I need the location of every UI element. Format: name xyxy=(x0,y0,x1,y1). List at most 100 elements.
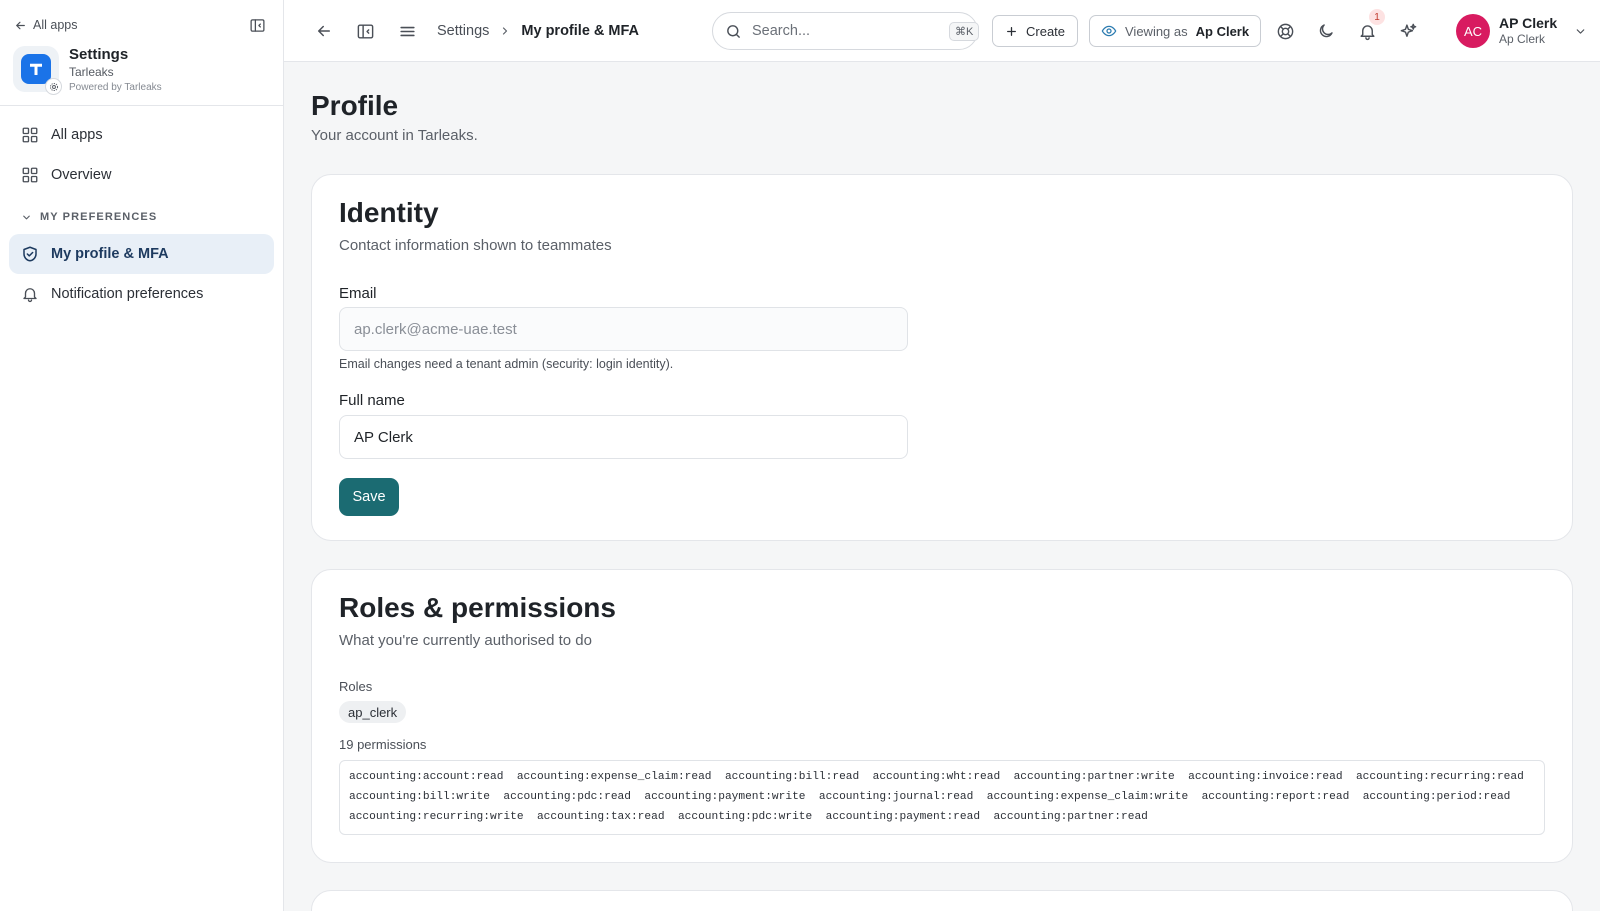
search-icon xyxy=(725,23,742,40)
app-org: Tarleaks xyxy=(69,65,114,79)
permission-item: accounting:invoice:read xyxy=(1188,771,1343,783)
collapse-sidebar-button[interactable] xyxy=(246,14,268,36)
identity-title: Identity xyxy=(339,197,439,228)
sidebar-item-notification-preferences[interactable]: Notification preferences xyxy=(9,274,274,314)
arrow-left-icon xyxy=(14,19,27,32)
menu-button[interactable] xyxy=(395,19,419,43)
full-name-label: Full name xyxy=(339,392,405,409)
permission-item: accounting:pdc:write xyxy=(677,811,813,823)
eye-icon xyxy=(1101,23,1117,39)
help-button[interactable] xyxy=(1273,19,1297,43)
moon-icon xyxy=(1317,22,1335,40)
permission-item: accounting:report:read xyxy=(1201,791,1350,803)
roles-subtitle: What you're currently authorised to do xyxy=(339,632,592,649)
notifications-button[interactable]: 1 xyxy=(1355,9,1385,43)
permission-item: accounting:tax:read xyxy=(536,811,665,823)
search-input[interactable] xyxy=(752,23,939,39)
permission-item: accounting:bill:write xyxy=(349,791,490,803)
dark-mode-toggle[interactable] xyxy=(1314,19,1338,43)
settings-gear-icon xyxy=(45,78,62,95)
grid-icon xyxy=(21,166,39,184)
create-button[interactable]: Create xyxy=(992,15,1079,47)
chevron-right-icon xyxy=(499,25,511,37)
sidebar-item-overview[interactable]: Overview xyxy=(9,155,274,195)
permission-item: accounting:recurring:write xyxy=(349,811,524,823)
search-box[interactable]: ⌘K xyxy=(712,12,980,50)
search-shortcut-hint: ⌘K xyxy=(949,21,980,41)
chevron-down-icon xyxy=(1574,25,1587,38)
sidebar: All apps Settings Tarleaks Powered by Ta… xyxy=(0,0,284,911)
permission-item: accounting:payment:write xyxy=(644,791,806,803)
page-subtitle: Your account in Tarleaks. xyxy=(311,127,478,144)
roles-label: Roles xyxy=(339,679,373,694)
sidebar-item-label: All apps xyxy=(51,127,103,143)
arrow-left-icon xyxy=(315,22,333,40)
page-title: Profile xyxy=(311,90,399,121)
permission-item: accounting:payment:read xyxy=(825,811,981,823)
avatar: AC xyxy=(1456,14,1490,48)
chevron-down-icon xyxy=(21,212,32,223)
notification-count-badge: 1 xyxy=(1369,9,1385,25)
full-name-field[interactable] xyxy=(339,415,908,459)
sidebar-item-label: My profile & MFA xyxy=(51,246,169,262)
permission-item: accounting:expense_claim:read xyxy=(516,771,712,783)
lifebuoy-icon xyxy=(1276,22,1295,41)
next-card xyxy=(311,890,1573,911)
back-to-all-apps-link[interactable]: All apps xyxy=(14,16,77,34)
permission-item: accounting:partner:write xyxy=(1013,771,1175,783)
app-name: Settings xyxy=(69,46,129,63)
sidebar-divider xyxy=(0,105,284,106)
permission-item: accounting:period:read xyxy=(1362,791,1511,803)
ai-assistant-button[interactable] xyxy=(1396,19,1420,43)
email-hint: Email changes need a tenant admin (secur… xyxy=(339,357,674,371)
user-role: Ap Clerk xyxy=(1499,32,1546,46)
identity-card: Identity Contact information shown to te… xyxy=(311,174,1573,541)
section-label: MY PREFERENCES xyxy=(40,211,158,223)
app-logo xyxy=(13,46,62,95)
viewing-as-button[interactable]: Viewing as Ap Clerk xyxy=(1089,15,1262,47)
toggle-sidebar-button[interactable] xyxy=(353,19,377,43)
permissions-count: 19 permissions xyxy=(339,737,427,752)
viewing-as-prefix: Viewing as xyxy=(1125,23,1188,39)
roles-title: Roles & permissions xyxy=(339,592,616,623)
permission-item: accounting:wht:read xyxy=(872,771,1001,783)
section-my-preferences[interactable]: MY PREFERENCES xyxy=(21,211,157,223)
sidebar-item-label: Overview xyxy=(51,167,112,183)
permission-item: accounting:journal:read xyxy=(818,791,974,803)
app-header: Settings Tarleaks Powered by Tarleaks xyxy=(13,46,162,96)
permission-item: accounting:partner:read xyxy=(993,811,1148,823)
sidebar-panel-icon xyxy=(356,22,375,41)
plus-icon xyxy=(1005,25,1018,38)
permissions-list: accounting:account:read accounting:expen… xyxy=(339,760,1545,835)
create-label: Create xyxy=(1026,23,1066,39)
back-button[interactable] xyxy=(312,19,336,43)
permission-item: accounting:expense_claim:write xyxy=(986,791,1189,803)
save-button[interactable]: Save xyxy=(339,478,399,516)
breadcrumb-settings[interactable]: Settings xyxy=(437,23,489,39)
breadcrumb-current: My profile & MFA xyxy=(521,23,640,39)
permission-item: accounting:bill:read xyxy=(724,771,860,783)
app-powered-by: Powered by Tarleaks xyxy=(69,82,162,93)
bell-icon xyxy=(21,285,39,303)
sidebar-toggle-icon xyxy=(249,17,266,34)
user-name: AP Clerk xyxy=(1499,15,1558,31)
user-menu[interactable]: AC AP Clerk Ap Clerk xyxy=(1456,13,1587,49)
grid-icon xyxy=(21,126,39,144)
sidebar-item-all-apps[interactable]: All apps xyxy=(9,115,274,155)
back-link-label: All apps xyxy=(33,18,78,32)
sparkles-icon xyxy=(1399,22,1418,41)
role-chip: ap_clerk xyxy=(339,701,407,723)
shield-check-icon xyxy=(21,245,39,263)
top-bar: Settings My profile & MFA ⌘K Create View… xyxy=(284,0,1600,62)
viewing-as-name: Ap Clerk xyxy=(1195,23,1250,39)
sidebar-item-my-profile-mfa[interactable]: My profile & MFA xyxy=(9,234,274,274)
breadcrumb: Settings My profile & MFA xyxy=(437,20,639,42)
sidebar-item-label: Notification preferences xyxy=(51,286,204,302)
identity-subtitle: Contact information shown to teammates xyxy=(339,237,612,254)
permission-item: accounting:account:read xyxy=(349,771,504,783)
permission-item: accounting:pdc:read xyxy=(503,791,631,803)
email-label: Email xyxy=(339,285,377,302)
permission-item: accounting:recurring:read xyxy=(1355,771,1524,783)
hamburger-menu-icon xyxy=(398,22,417,41)
email-field xyxy=(339,307,908,351)
